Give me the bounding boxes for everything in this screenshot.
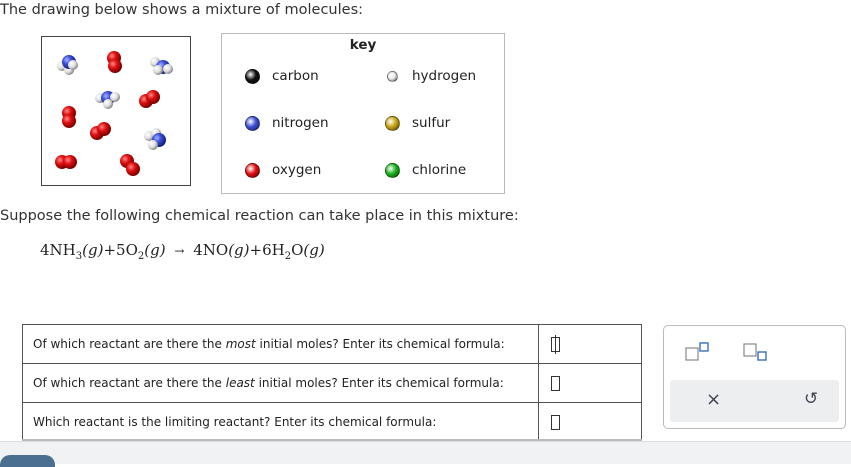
product1-formula: NO (202, 241, 229, 259)
oxygen-molecule (120, 154, 140, 176)
reactant2-coefficient: 5 (116, 241, 126, 259)
oxygen-molecule (55, 155, 77, 169)
question-emphasis: least (225, 376, 255, 390)
key-label-sulfur: sulfur (412, 115, 451, 131)
chlorine-atom-icon (385, 162, 400, 178)
ammonia-molecule (57, 55, 78, 75)
clear-icon[interactable]: × (706, 389, 721, 410)
product2-formula-oxygen: O (291, 241, 304, 259)
plus-sign: + (249, 241, 263, 259)
reactant1-formula: NH (49, 241, 76, 259)
product2-state: (g) (303, 241, 325, 259)
key-item-carbon: carbon (245, 68, 319, 84)
plus-sign: + (103, 241, 117, 259)
toolbox-action-bar: × ↺ (670, 380, 839, 422)
question-text-pre: Of which reactant are there the (33, 376, 226, 390)
reactant2-state: (g) (144, 241, 166, 259)
ammonia-molecule (150, 57, 173, 75)
ammonia-molecule (144, 128, 166, 150)
question-text-post: initial moles? Enter its chemical formul… (254, 376, 504, 390)
key-panel: key carbon hydrogen nitrogen sulfur oxyg… (221, 33, 505, 194)
nitrogen-atom-icon (245, 115, 260, 131)
question-text-pre: Which reactant is the limiting reactant?… (33, 415, 437, 429)
key-label-nitrogen: nitrogen (272, 115, 329, 131)
question-text-post: initial moles? Enter its chemical formul… (255, 337, 505, 351)
answer-cell-most[interactable] (538, 324, 642, 364)
key-title: key (349, 37, 377, 53)
oxygen-molecule (62, 106, 76, 128)
formula-toolbox: × ↺ (663, 325, 846, 429)
key-label-carbon: carbon (272, 68, 319, 84)
molecules-svg (55, 51, 173, 176)
product1-coefficient: 4 (193, 241, 203, 259)
key-label-oxygen: oxygen (272, 162, 322, 178)
reactant2-formula: O (125, 241, 138, 259)
product2-formula: H (271, 241, 285, 259)
reactant1-state: (g) (82, 241, 104, 259)
hydrogen-atom-icon (387, 70, 398, 82)
key-label-chlorine: chlorine (412, 162, 467, 178)
answer-cell-least[interactable] (538, 363, 642, 403)
answer-cell-limiting[interactable] (538, 402, 642, 442)
question-text-limiting: Which reactant is the limiting reactant?… (21, 402, 540, 442)
questions-table: Of which reactant are there the most ini… (21, 324, 642, 442)
reactant1-coefficient: 4 (40, 241, 50, 259)
key-item-oxygen: oxygen (245, 162, 321, 178)
oxygen-atom-icon (245, 162, 260, 178)
oxygen-molecule (90, 122, 111, 140)
question-text-pre: Of which reactant are there the (33, 337, 226, 351)
product2-coefficient: 6 (262, 241, 272, 259)
carbon-atom-icon (245, 68, 260, 84)
subscript-icon[interactable] (742, 342, 768, 362)
question-row-most: Of which reactant are there the most ini… (21, 324, 642, 364)
intro-text: The drawing below shows a mixture of mol… (0, 2, 364, 18)
question-text-most: Of which reactant are there the most ini… (21, 324, 540, 364)
reaction-intro-text: Suppose the following chemical reaction … (0, 208, 519, 224)
product1-state: (g) (228, 241, 250, 259)
ammonia-molecule (95, 91, 120, 109)
key-item-sulfur: sulfur (385, 115, 450, 131)
superscript-icon[interactable] (684, 342, 710, 362)
key-item-hydrogen: hydrogen (385, 68, 476, 84)
reaction-arrow-icon: → (174, 244, 185, 258)
question-row-least: Of which reactant are there the least in… (21, 363, 642, 403)
undo-icon[interactable]: ↺ (804, 389, 818, 409)
oxygen-molecule (139, 90, 160, 108)
bottom-tab[interactable] (0, 455, 55, 467)
question-row-limiting: Which reactant is the limiting reactant?… (21, 402, 642, 442)
oxygen-molecule (107, 51, 122, 73)
answer-input-limiting[interactable] (551, 414, 561, 430)
key-label-hydrogen: hydrogen (412, 68, 477, 84)
key-item-chlorine: chlorine (385, 162, 466, 178)
bottom-bar (0, 441, 851, 464)
chemical-equation: 4NH3(g)+5O2(g) → 4NO(g)+6H2O(g) (40, 241, 325, 262)
answer-input-least[interactable] (551, 375, 561, 391)
sulfur-atom-icon (385, 115, 400, 131)
question-emphasis: most (225, 337, 256, 351)
question-text-least: Of which reactant are there the least in… (21, 363, 540, 403)
answer-input-most[interactable] (551, 334, 561, 354)
key-item-nitrogen: nitrogen (245, 115, 329, 131)
molecule-mixture-drawing (41, 36, 191, 186)
